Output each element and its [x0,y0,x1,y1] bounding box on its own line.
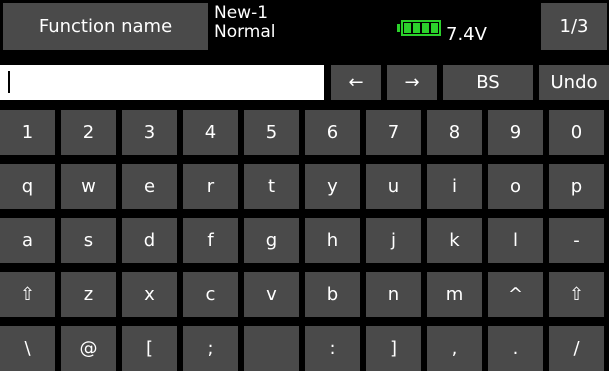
keyboard-key[interactable]: 8 [427,110,482,155]
keyboard-key[interactable]: [ [122,326,177,371]
keyboard-key[interactable]: t [244,164,299,209]
keyboard-key[interactable]: 5 [244,110,299,155]
model-mode: Normal [214,22,276,42]
keyboard-key[interactable]: l [488,218,543,263]
model-name: New-1 [214,3,269,23]
keyboard-key[interactable]: 0 [549,110,604,155]
cursor-right-button[interactable]: → [387,65,437,100]
on-screen-keyboard: 1 2 3 4 5 6 7 8 9 0 q w e r t y u i o p a s d f g h j k l - ⇧ z x c v b n m ^ ⇧… [0,110,609,371]
undo-label: Undo [550,72,598,93]
keyboard-key[interactable]: w [61,164,116,209]
keyboard-key[interactable]: 4 [183,110,238,155]
keyboard-key[interactable]: v [244,272,299,317]
page-indicator: 1/3 [559,16,589,37]
keyboard-key[interactable]: ] [366,326,421,371]
keyboard-key[interactable]: b [305,272,360,317]
cursor-left-button[interactable]: ← [331,65,381,100]
keyboard-key[interactable]: i [427,164,482,209]
keyboard-key[interactable]: a [0,218,55,263]
keyboard-key[interactable]: 9 [488,110,543,155]
function-name-label: Function name [38,16,173,37]
page-indicator-button[interactable]: 1/3 [541,3,607,50]
shift-key[interactable]: ⇧ [0,272,55,317]
keyboard-key[interactable]: r [183,164,238,209]
keyboard-key[interactable]: c [183,272,238,317]
keyboard-key[interactable]: @ [61,326,116,371]
keyboard-key[interactable]: n [366,272,421,317]
keyboard-key[interactable]: 1 [0,110,55,155]
keyboard-key[interactable]: m [427,272,482,317]
keyboard-key[interactable]: / [549,326,604,371]
keyboard-key[interactable]: z [61,272,116,317]
keyboard-key[interactable]: , [427,326,482,371]
left-arrow-icon: ← [348,72,364,93]
keyboard-key[interactable]: d [122,218,177,263]
space-key[interactable] [244,326,299,371]
name-input-field[interactable] [0,65,324,100]
keyboard-key[interactable]: \ [0,326,55,371]
keyboard-key[interactable]: 6 [305,110,360,155]
function-name-button[interactable]: Function name [3,3,208,50]
keyboard-key[interactable]: j [366,218,421,263]
keyboard-key[interactable]: q [0,164,55,209]
backspace-button[interactable]: BS [443,65,533,100]
battery-icon [397,20,441,36]
keyboard-key[interactable]: 3 [122,110,177,155]
text-caret [8,71,10,93]
keyboard-key[interactable]: o [488,164,543,209]
keyboard-key[interactable]: y [305,164,360,209]
keyboard-key[interactable]: e [122,164,177,209]
right-arrow-icon: → [404,72,420,93]
voltage-readout: 7.4V [446,24,487,45]
model-info: New-1 Normal [214,4,276,42]
keyboard-key[interactable]: u [366,164,421,209]
keyboard-key[interactable]: . [488,326,543,371]
keyboard-key[interactable]: f [183,218,238,263]
keyboard-key[interactable]: k [427,218,482,263]
keyboard-key[interactable]: ; [183,326,238,371]
keyboard-key[interactable]: s [61,218,116,263]
keyboard-key[interactable]: g [244,218,299,263]
shift-key[interactable]: ⇧ [549,272,604,317]
keyboard-key[interactable]: 7 [366,110,421,155]
keyboard-key[interactable]: p [549,164,604,209]
keyboard-key[interactable]: ^ [488,272,543,317]
keyboard-key[interactable]: x [122,272,177,317]
keyboard-key[interactable]: h [305,218,360,263]
keyboard-key[interactable]: 2 [61,110,116,155]
keyboard-key[interactable]: : [305,326,360,371]
undo-button[interactable]: Undo [539,65,609,100]
keyboard-key[interactable]: - [549,218,604,263]
backspace-label: BS [476,72,500,93]
